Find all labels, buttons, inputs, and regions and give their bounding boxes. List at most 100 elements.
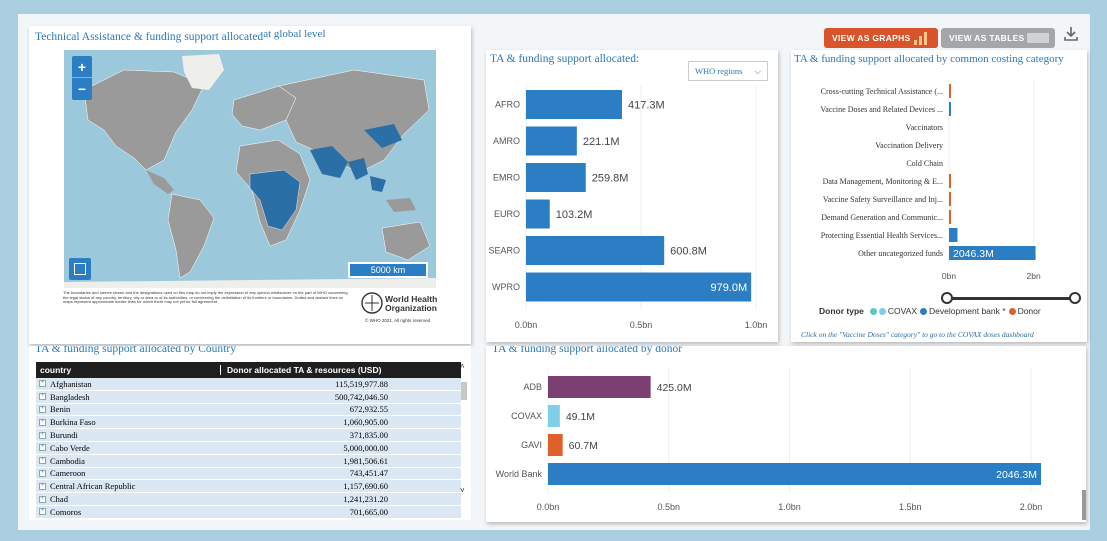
x-tick-label: 2bn: [1027, 271, 1041, 281]
table-row[interactable]: + Comoros 701,665.00: [36, 505, 461, 519]
category-label: Cold Chain: [906, 159, 943, 168]
world-map[interactable]: + − 5000 km: [64, 50, 436, 288]
bar-segment[interactable]: [949, 228, 958, 242]
layers-button[interactable]: [69, 258, 91, 280]
bar-segment[interactable]: [949, 84, 951, 98]
bar-segment[interactable]: [949, 210, 951, 224]
expand-icon[interactable]: +: [39, 431, 46, 439]
who-emblem-icon: [361, 292, 383, 314]
x-tick-label: 1.0bn: [778, 502, 801, 512]
bar-segment[interactable]: [949, 102, 951, 116]
legend-dot-devbank-icon: [920, 307, 928, 315]
category-label: Vaccine Doses and Related Devices ...: [820, 105, 943, 114]
x-tick-label: 0.0bn: [515, 320, 538, 330]
amount-cell: 701,665.00: [349, 506, 388, 517]
category-label: Other uncategorized funds: [858, 249, 943, 258]
bar-afro[interactable]: [526, 90, 622, 119]
category-label: Cross-cutting Technical Assistance (...: [821, 87, 943, 96]
expand-icon[interactable]: +: [39, 393, 46, 401]
legend-donor[interactable]: Donor: [1018, 306, 1041, 316]
expand-icon[interactable]: +: [39, 444, 46, 452]
table-row[interactable]: + Cabo Verde 5,000,000.00: [36, 441, 461, 455]
category-label: WPRO: [492, 282, 520, 292]
expand-icon[interactable]: +: [39, 482, 46, 490]
table-row[interactable]: + Cambodia 1,981,506.61: [36, 454, 461, 468]
bar-gavi[interactable]: [548, 434, 563, 456]
data-label: 221.1M: [583, 136, 620, 148]
table-row[interactable]: + Afghanistan 115,519,977.88: [36, 378, 461, 391]
zoom-out-button[interactable]: −: [72, 78, 92, 100]
table-row[interactable]: + Benin 672,932.55: [36, 403, 461, 417]
costing-footnote[interactable]: Click on the "Vaccine Doses" category" t…: [801, 330, 1034, 339]
expand-icon[interactable]: +: [39, 457, 46, 465]
bar-world-bank[interactable]: [548, 463, 1041, 485]
bar-covax[interactable]: [548, 405, 560, 427]
table-row[interactable]: + Central African Republic 1,157,690.60: [36, 480, 461, 494]
amount-cell: 743,451.47: [349, 468, 388, 479]
regions-bar-chart: 0.0bn 0.5bn 1.0bn AFRO 417.3M AMRO 221.1M EMRO 2…: [488, 86, 768, 330]
bar-segment[interactable]: [949, 192, 951, 206]
data-label: 60.7M: [569, 440, 598, 452]
expand-icon[interactable]: +: [39, 495, 46, 503]
table-scrollbar[interactable]: ˄ ˅: [459, 362, 469, 518]
amount-cell: 1,060,905.00: [343, 417, 388, 428]
expand-icon[interactable]: +: [39, 380, 46, 388]
amount-cell: 115,519,977.88: [335, 378, 388, 389]
category-label: World Bank: [496, 469, 543, 479]
zoom-in-button[interactable]: +: [72, 56, 92, 78]
bar-amro[interactable]: [526, 126, 577, 156]
expand-icon[interactable]: +: [39, 405, 46, 413]
bar-euro[interactable]: [526, 199, 550, 229]
table-row[interactable]: + Bangladesh 500,742,046.50: [36, 390, 461, 404]
slider-handle-left[interactable]: [941, 292, 953, 304]
legend-development-bank[interactable]: Development bank *: [929, 306, 1006, 316]
costing-chart-panel: TA & funding support allocated by common…: [791, 50, 1087, 342]
column-header-country[interactable]: country: [36, 365, 220, 375]
scroll-down-icon[interactable]: ˅: [460, 486, 465, 495]
bar-adb[interactable]: [548, 376, 651, 398]
data-label: 417.3M: [628, 100, 665, 112]
category-label: GAVI: [521, 440, 542, 450]
table-row[interactable]: + Burundi 371,835.00: [36, 429, 461, 442]
data-label: 103.2M: [556, 209, 593, 221]
view-as-tables-button[interactable]: VIEW AS TABLES: [941, 28, 1055, 48]
expand-icon[interactable]: +: [39, 508, 46, 516]
map-panel: Technical Assistance & funding support a…: [29, 26, 471, 344]
slider-handle-right[interactable]: [1069, 292, 1081, 304]
scroll-up-icon[interactable]: ˄: [460, 362, 465, 371]
category-label: AFRO: [495, 100, 520, 110]
country-cell: Cabo Verde: [50, 442, 90, 453]
table-row[interactable]: + Chad 1,241,231.20: [36, 493, 461, 506]
legend-icon: [74, 263, 86, 275]
category-label: Demand Generation and Communic...: [821, 213, 943, 222]
x-tick-label: 1.0bn: [745, 320, 768, 330]
expand-icon[interactable]: +: [39, 469, 46, 477]
bar-emro[interactable]: [526, 163, 586, 192]
bar-segment[interactable]: [949, 174, 951, 188]
column-header-amount[interactable]: Donor allocated TA & resources (USD): [220, 365, 390, 375]
table-row[interactable]: + Burkina Faso 1,060,905.00: [36, 416, 461, 430]
map-disclaimer: The boundaries and names shown and the d…: [63, 291, 348, 304]
country-cell: Central African Republic: [50, 481, 136, 492]
table-row[interactable]: + Cameroon 743,451.47: [36, 467, 461, 481]
amount-cell: 1,241,231.20: [343, 494, 388, 505]
legend-covax[interactable]: COVAX: [888, 306, 917, 316]
legend-dot-donor-icon: [1008, 307, 1016, 315]
date-slider[interactable]: [941, 292, 1081, 306]
country-cell: Cambodia: [50, 455, 85, 466]
country-cell: Comoros: [50, 506, 82, 517]
category-label: Vaccinators: [906, 123, 943, 132]
x-tick-label: 0bn: [942, 271, 956, 281]
category-label: EMRO: [493, 173, 520, 183]
donor-scrollbar[interactable]: [1082, 490, 1086, 520]
scroll-thumb[interactable]: [461, 382, 467, 400]
country-table-title: TA & funding support allocated by Countr…: [35, 346, 236, 355]
country-cell: Bangladesh: [50, 391, 90, 402]
view-as-graphs-button[interactable]: VIEW AS GRAPHS: [824, 28, 938, 48]
expand-icon[interactable]: +: [39, 418, 46, 426]
bar-searo[interactable]: [526, 236, 665, 265]
download-icon[interactable]: [1063, 25, 1079, 43]
amount-cell: 371,835.00: [349, 430, 388, 441]
amount-cell: 500,742,046.50: [334, 391, 388, 402]
category-label: Vaccine Safety Surveillance and Inj...: [823, 195, 943, 204]
